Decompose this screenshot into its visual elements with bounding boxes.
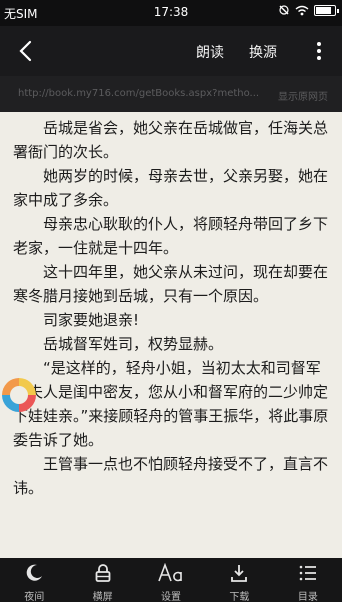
lock-screen-button[interactable]: 横屏 <box>68 558 136 602</box>
read-aloud-button[interactable]: 朗读 <box>196 42 224 62</box>
reader-toolbar: 朗读 换源 <box>0 26 342 76</box>
download-icon <box>231 565 248 582</box>
lock-icon <box>95 564 111 582</box>
paragraph: 岳城是省会，她父亲在岳城做官，任海关总署衙门的次长。 <box>13 119 329 161</box>
paragraph: 她两岁的时候，母亲去世，父亲另娶，她在家中成了多余。 <box>13 167 329 209</box>
chapter-text: 岳城是省会，她父亲在岳城做官，任海关总署衙门的次长。 她两岁的时候，母亲去世，父… <box>0 112 342 558</box>
paragraph: 司家要她退亲! <box>43 311 140 329</box>
paragraph: 母亲忠心耿耿的仆人，将顾轻舟带回了乡下老家，一住就是十四年。 <box>13 215 329 257</box>
status-bar: 无SIM 17:38 <box>0 0 342 26</box>
paragraph: 这十四年里，她父亲从未过问，现在却要在寒冬腊月接她到岳城，只有一个原因。 <box>13 263 329 305</box>
paragraph: 王管事一点也不怕顾轻舟接受不了，直言不讳。 <box>13 455 329 497</box>
moon-icon <box>26 564 43 581</box>
rotation-lock-icon <box>279 5 289 15</box>
status-icons <box>278 4 339 16</box>
list-icon <box>299 565 316 581</box>
source-url: http://book.my716.com/getBooks.aspx?meth… <box>18 88 260 99</box>
download-label: 下载 <box>229 592 250 602</box>
night-mode-button[interactable]: 夜间 <box>0 558 68 602</box>
url-bar: http://book.my716.com/getBooks.aspx?meth… <box>0 76 342 112</box>
download-button[interactable]: 下载 <box>205 558 273 602</box>
lock-screen-label: 横屏 <box>92 592 113 602</box>
paragraph: “是这样的，轻舟小姐，当初太太和司督军的夫人是闺中密友，您从小和督军府的二少帅定… <box>13 359 329 449</box>
catalog-button[interactable]: 目录 <box>274 558 342 602</box>
show-original-page-link[interactable]: 显示原网页 <box>278 88 328 103</box>
night-mode-label: 夜间 <box>24 592 45 602</box>
catalog-label: 目录 <box>297 592 318 602</box>
change-source-button[interactable]: 换源 <box>249 42 277 62</box>
loading-spinner-icon <box>2 378 36 412</box>
paragraph: 岳城督军姓司，权势显赫。 <box>43 335 224 353</box>
back-arrow-icon[interactable] <box>14 38 38 64</box>
battery-icon <box>314 4 339 16</box>
wifi-icon <box>295 5 309 15</box>
bottom-toolbar: 夜间 横屏 设置 下载 目录 <box>0 558 342 602</box>
more-options-icon[interactable] <box>316 42 322 60</box>
settings-button[interactable]: 设置 <box>137 558 205 602</box>
font-settings-icon <box>158 563 182 582</box>
settings-label: 设置 <box>161 592 182 602</box>
